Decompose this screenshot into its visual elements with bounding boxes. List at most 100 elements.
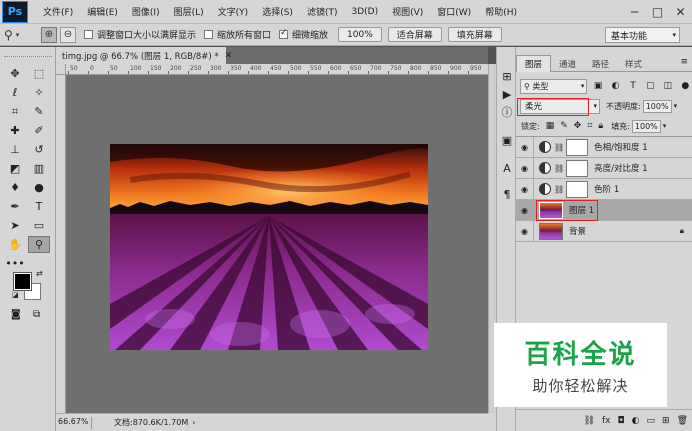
menu-view[interactable]: 视图(V)	[385, 5, 430, 18]
layer-filter-select[interactable]: ⚲ 类型 ▾	[520, 78, 588, 94]
filter-toggle-icon[interactable]: ●	[679, 79, 692, 93]
trash-icon[interactable]: 🗑︎	[677, 416, 688, 426]
blur-tool-icon[interactable]: ♦	[4, 179, 26, 196]
horizontal-ruler[interactable]: 50 0 50 100 150 200 250 300 350 400 450 500 550 600 65…	[66, 64, 488, 75]
minimize-icon[interactable]: ─	[623, 0, 646, 24]
character-panel-icon[interactable]: A	[500, 161, 514, 175]
new-layer-icon[interactable]: ⊞	[662, 416, 670, 426]
layer-row[interactable]: ◉ ⛓ 亮度/对比度 1	[516, 157, 692, 179]
tab-channels[interactable]: 通道	[551, 55, 584, 72]
menu-layer[interactable]: 图层(L)	[167, 5, 211, 18]
fill-screen-button[interactable]: 填充屏幕	[447, 27, 502, 42]
dodge-tool-icon[interactable]: ●	[28, 179, 50, 196]
eye-icon[interactable]: ◉	[516, 220, 534, 242]
paragraph-panel-icon[interactable]: ¶	[500, 187, 514, 201]
brush-tool-icon[interactable]: ✐	[28, 122, 50, 139]
layer-mask-thumbnail[interactable]	[566, 138, 589, 156]
shape-tool-icon[interactable]: ▭	[28, 217, 50, 234]
filter-smart-object-icon[interactable]: ◫	[661, 79, 674, 93]
layer-row-selected[interactable]: ◉ 图层 1	[516, 199, 692, 221]
info-panel-icon[interactable]: ⓘ	[500, 105, 514, 119]
history-brush-tool-icon[interactable]: ↺	[28, 141, 50, 158]
lock-position-icon[interactable]: ✥	[574, 121, 582, 131]
eye-icon[interactable]: ◉	[516, 136, 534, 158]
menu-file[interactable]: 文件(F)	[36, 5, 80, 18]
eyedropper-tool-icon[interactable]: ✎	[28, 103, 50, 120]
filter-type-icon[interactable]: T	[626, 79, 639, 93]
lasso-tool-icon[interactable]: ℓ	[4, 84, 26, 101]
toolbar-grip[interactable]	[4, 51, 52, 57]
new-adjustment-icon[interactable]: ◐	[632, 416, 640, 426]
layer-row[interactable]: ◉ 背景 🔒︎	[516, 220, 692, 242]
zoom-tool-icon[interactable]: ⚲	[28, 236, 50, 253]
lock-transparency-icon[interactable]: ▦	[546, 121, 555, 131]
path-selection-tool-icon[interactable]: ➤	[4, 217, 26, 234]
ruler-origin[interactable]	[56, 64, 66, 75]
gradient-tool-icon[interactable]: ▥	[28, 160, 50, 177]
move-tool-icon[interactable]: ✥	[4, 65, 26, 82]
chevron-right-icon[interactable]: ›	[192, 418, 195, 427]
layer-row[interactable]: ◉ ⛓ 色阶 1	[516, 178, 692, 200]
eye-icon[interactable]: ◉	[516, 178, 534, 200]
blend-mode-select[interactable]: 柔光 ▾	[517, 97, 600, 116]
zoom-out-button[interactable]: ⊖	[60, 26, 76, 43]
fit-screen-button[interactable]: 适合屏幕	[387, 27, 442, 42]
opacity-input[interactable]: 100%	[642, 99, 672, 113]
resize-windows-option[interactable]: 调整窗口大小以满屏显示	[84, 28, 196, 41]
scrubby-zoom-option[interactable]: 细微缩放	[279, 28, 328, 41]
clone-stamp-tool-icon[interactable]: ⊥	[4, 141, 26, 158]
menu-select[interactable]: 选择(S)	[255, 5, 300, 18]
canvas-area[interactable]	[66, 75, 488, 413]
layer-mask-thumbnail[interactable]	[566, 180, 589, 198]
add-mask-icon[interactable]: ◘	[618, 416, 625, 426]
chevron-down-icon[interactable]: ▾	[663, 122, 667, 130]
crop-tool-icon[interactable]: ⌗	[4, 103, 26, 120]
document-tab[interactable]: timg.jpg @ 66.7% (图层 1, RGB/8#) * ✕	[56, 47, 232, 64]
filter-pixel-icon[interactable]: ▣	[591, 79, 604, 93]
menu-edit[interactable]: 编辑(E)	[80, 5, 125, 18]
healing-brush-tool-icon[interactable]: ✚	[4, 122, 26, 139]
close-icon[interactable]: ✕	[669, 0, 692, 24]
status-zoom-field[interactable]: 66.67%	[56, 416, 92, 429]
new-group-icon[interactable]: ▭	[647, 416, 656, 426]
tab-layers[interactable]: 图层	[516, 55, 552, 72]
history-panel-icon[interactable]: ⊞	[500, 69, 514, 83]
chevron-down-icon[interactable]: ▾	[674, 102, 678, 110]
layer-style-icon[interactable]: fx	[602, 416, 611, 426]
type-tool-icon[interactable]: T	[28, 198, 50, 215]
resize-windows-checkbox[interactable]	[84, 30, 93, 39]
tab-styles[interactable]: 样式	[617, 55, 650, 72]
menu-3d[interactable]: 3D(D)	[344, 7, 385, 17]
actions-play-icon[interactable]: ▶	[500, 87, 514, 101]
layer-row[interactable]: ◉ ⛓ 色相/饱和度 1	[516, 136, 692, 158]
screen-mode-icon[interactable]: ⧉	[33, 309, 40, 320]
lock-artboard-icon[interactable]: ⌗	[587, 121, 592, 131]
close-icon[interactable]: ✕	[225, 51, 233, 61]
zoom-tool-preset[interactable]: ⚲ ▾	[4, 26, 38, 44]
hand-tool-icon[interactable]: ✋	[4, 236, 26, 253]
pen-tool-icon[interactable]: ✒	[4, 198, 26, 215]
vertical-ruler[interactable]	[56, 75, 66, 413]
swap-colors-icon[interactable]: ⇄	[36, 269, 43, 278]
quick-mask-icon[interactable]: ◙	[11, 309, 21, 320]
filter-adjustment-icon[interactable]: ◐	[609, 79, 622, 93]
menu-image[interactable]: 图像(I)	[125, 5, 167, 18]
zoom-100-button[interactable]: 100%	[338, 27, 382, 42]
zoom-all-option[interactable]: 缩放所有窗口	[204, 28, 271, 41]
zoom-all-checkbox[interactable]	[204, 30, 214, 39]
foreground-color-swatch[interactable]	[13, 272, 32, 291]
zoom-in-button[interactable]: ⊕	[41, 26, 57, 43]
marquee-tool-icon[interactable]: ⬚	[28, 65, 50, 82]
maximize-icon[interactable]: □	[646, 0, 669, 24]
scrubby-zoom-checkbox[interactable]	[279, 28, 289, 39]
tab-paths[interactable]: 路径	[584, 55, 617, 72]
eye-icon[interactable]: ◉	[516, 199, 534, 221]
lock-all-icon[interactable]: 🔒︎	[598, 121, 603, 131]
brush-presets-icon[interactable]: ▣	[500, 133, 514, 147]
menu-help[interactable]: 帮助(H)	[478, 5, 524, 18]
eye-icon[interactable]: ◉	[516, 157, 534, 179]
fill-input[interactable]: 100%	[631, 119, 661, 133]
default-colors-icon[interactable]: ◪	[12, 291, 19, 299]
eraser-tool-icon[interactable]: ◩	[4, 160, 26, 177]
workspace-select[interactable]: 基本功能 ▾	[605, 27, 680, 43]
